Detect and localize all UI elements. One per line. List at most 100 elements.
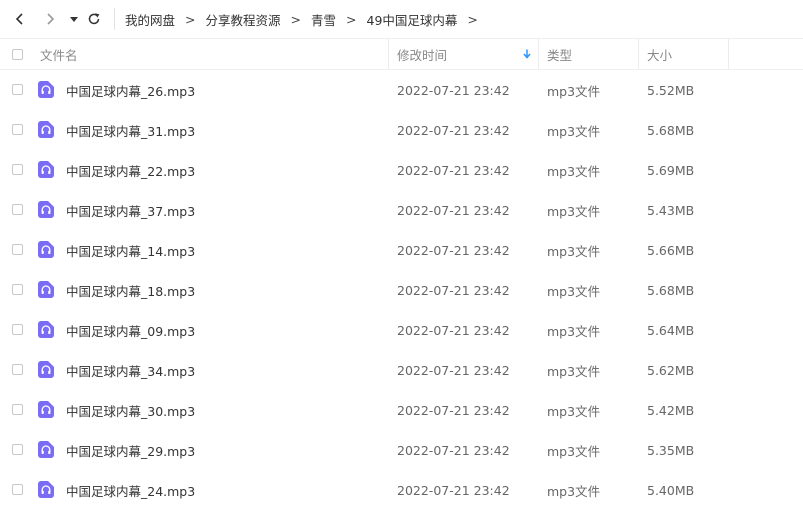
file-size: 5.35MB [647, 442, 695, 458]
toolbar-divider [114, 8, 115, 30]
file-size: 5.64MB [647, 322, 695, 338]
file-name[interactable]: 中国足球内幕_30.mp3 [66, 390, 195, 430]
file-modified-time: 2022-07-21 23:42 [397, 282, 510, 298]
file-name[interactable]: 中国足球内幕_26.mp3 [66, 70, 195, 110]
chevron-left-icon [15, 13, 23, 25]
column-header-type-label: 类型 [547, 47, 573, 63]
row-checkbox[interactable] [12, 484, 23, 495]
file-row[interactable]: 中国足球内幕_18.mp3 2022-07-21 23:42 mp3文件 5.6… [0, 270, 803, 310]
file-type: mp3文件 [547, 403, 601, 419]
file-name[interactable]: 中国足球内幕_37.mp3 [66, 190, 195, 230]
file-size: 5.42MB [647, 402, 695, 418]
file-type: mp3文件 [547, 323, 601, 339]
column-divider [638, 39, 639, 69]
audio-file-icon [38, 241, 54, 258]
row-checkbox[interactable] [12, 164, 23, 175]
file-name[interactable]: 中国足球内幕_34.mp3 [66, 350, 195, 390]
breadcrumb-item-share[interactable]: 分享教程资源 [206, 10, 281, 29]
file-modified-time: 2022-07-21 23:42 [397, 162, 510, 178]
file-row[interactable]: 中国足球内幕_30.mp3 2022-07-21 23:42 mp3文件 5.4… [0, 390, 803, 430]
audio-file-icon [38, 81, 54, 98]
breadcrumb-separator: > [290, 11, 301, 27]
file-name[interactable]: 中国足球内幕_09.mp3 [66, 310, 195, 350]
column-divider [388, 39, 389, 69]
file-name[interactable]: 中国足球内幕_14.mp3 [66, 230, 195, 270]
audio-file-icon [38, 281, 54, 298]
breadcrumb-separator: > [467, 11, 478, 27]
file-type: mp3文件 [547, 483, 601, 499]
file-row[interactable]: 中国足球内幕_14.mp3 2022-07-21 23:42 mp3文件 5.6… [0, 230, 803, 270]
arrow-down-icon [523, 49, 531, 59]
file-name[interactable]: 中国足球内幕_22.mp3 [66, 150, 195, 190]
file-type: mp3文件 [547, 163, 601, 179]
row-checkbox[interactable] [12, 364, 23, 375]
file-size: 5.69MB [647, 162, 695, 178]
audio-file-icon [38, 321, 54, 338]
column-divider [538, 39, 539, 69]
column-header-name[interactable]: 文件名 [40, 39, 380, 69]
file-modified-time: 2022-07-21 23:42 [397, 82, 510, 98]
file-row[interactable]: 中国足球内幕_29.mp3 2022-07-21 23:42 mp3文件 5.3… [0, 430, 803, 470]
file-row[interactable]: 中国足球内幕_24.mp3 2022-07-21 23:42 mp3文件 5.4… [0, 470, 803, 510]
audio-file-icon [38, 201, 54, 218]
file-type: mp3文件 [547, 83, 601, 99]
audio-file-icon [38, 361, 54, 378]
audio-file-icon [38, 401, 54, 418]
row-checkbox[interactable] [12, 84, 23, 95]
file-row[interactable]: 中国足球内幕_31.mp3 2022-07-21 23:42 mp3文件 5.6… [0, 110, 803, 150]
file-modified-time: 2022-07-21 23:42 [397, 362, 510, 378]
file-row[interactable]: 中国足球内幕_34.mp3 2022-07-21 23:42 mp3文件 5.6… [0, 350, 803, 390]
file-row[interactable]: 中国足球内幕_09.mp3 2022-07-21 23:42 mp3文件 5.6… [0, 310, 803, 350]
forward-button[interactable] [38, 7, 62, 31]
file-type: mp3文件 [547, 243, 601, 259]
breadcrumb-item-qingxue[interactable]: 青雪 [311, 10, 336, 29]
row-checkbox[interactable] [12, 324, 23, 335]
file-row[interactable]: 中国足球内幕_37.mp3 2022-07-21 23:42 mp3文件 5.4… [0, 190, 803, 230]
chevron-right-icon [47, 13, 55, 25]
file-row[interactable]: 中国足球内幕_26.mp3 2022-07-21 23:42 mp3文件 5.5… [0, 70, 803, 110]
navigation-bar: 我的网盘 > 分享教程资源 > 青雪 > 49中国足球内幕 > [0, 0, 803, 38]
column-header-type[interactable]: 类型 [547, 39, 632, 69]
file-name[interactable]: 中国足球内幕_18.mp3 [66, 270, 195, 310]
file-type: mp3文件 [547, 363, 601, 379]
row-checkbox[interactable] [12, 244, 23, 255]
row-checkbox[interactable] [12, 124, 23, 135]
file-size: 5.68MB [647, 282, 695, 298]
file-modified-time: 2022-07-21 23:42 [397, 242, 510, 258]
breadcrumb-item-current[interactable]: 49中国足球内幕 [367, 10, 458, 29]
file-type: mp3文件 [547, 283, 601, 299]
back-button[interactable] [8, 7, 32, 31]
breadcrumb: 我的网盘 > 分享教程资源 > 青雪 > 49中国足球内幕 > [125, 0, 488, 38]
column-header-size[interactable]: 大小 [647, 39, 727, 69]
file-row[interactable]: 中国足球内幕_22.mp3 2022-07-21 23:42 mp3文件 5.6… [0, 150, 803, 190]
file-list-header: 文件名 修改时间 类型 大小 [0, 38, 803, 70]
breadcrumb-item-root[interactable]: 我的网盘 [125, 10, 175, 29]
refresh-button[interactable] [82, 7, 106, 31]
file-modified-time: 2022-07-21 23:42 [397, 402, 510, 418]
file-name[interactable]: 中国足球内幕_29.mp3 [66, 430, 195, 470]
row-checkbox[interactable] [12, 204, 23, 215]
file-type: mp3文件 [547, 203, 601, 219]
file-name[interactable]: 中国足球内幕_31.mp3 [66, 110, 195, 150]
breadcrumb-separator: > [346, 11, 357, 27]
file-modified-time: 2022-07-21 23:42 [397, 202, 510, 218]
audio-file-icon [38, 441, 54, 458]
file-size: 5.40MB [647, 482, 695, 498]
row-checkbox[interactable] [12, 284, 23, 295]
file-size: 5.52MB [647, 82, 695, 98]
column-divider [728, 39, 729, 69]
file-size: 5.66MB [647, 242, 695, 258]
column-header-name-label: 文件名 [40, 47, 78, 63]
audio-file-icon [38, 161, 54, 178]
row-checkbox[interactable] [12, 444, 23, 455]
caret-down-icon [70, 17, 78, 22]
file-modified-time: 2022-07-21 23:42 [397, 442, 510, 458]
file-modified-time: 2022-07-21 23:42 [397, 322, 510, 338]
file-modified-time: 2022-07-21 23:42 [397, 482, 510, 498]
select-all-checkbox[interactable] [12, 49, 23, 60]
row-checkbox[interactable] [12, 404, 23, 415]
column-header-size-label: 大小 [647, 47, 673, 63]
audio-file-icon [38, 121, 54, 138]
file-name[interactable]: 中国足球内幕_24.mp3 [66, 470, 195, 510]
column-header-modified[interactable]: 修改时间 [397, 39, 535, 69]
